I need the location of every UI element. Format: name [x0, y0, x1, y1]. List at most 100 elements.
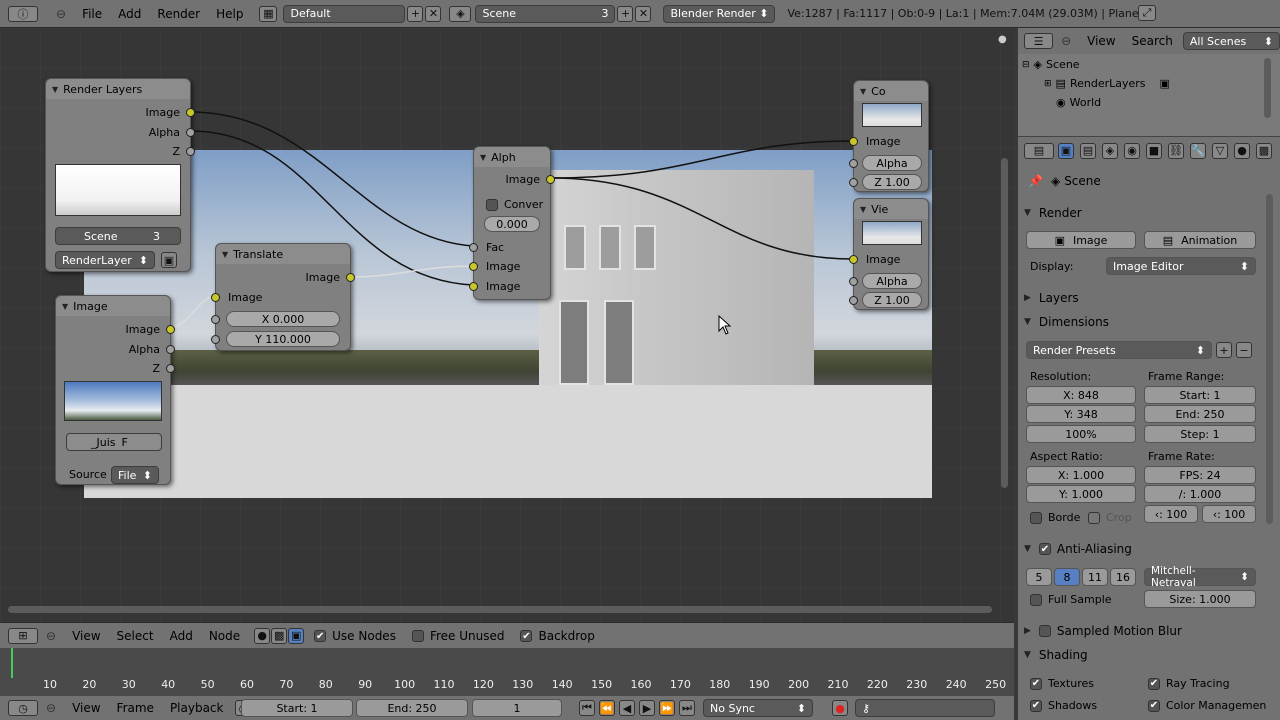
scene-tab-icon[interactable]: ◈: [1102, 142, 1118, 159]
check-icon[interactable]: ✔: [1030, 677, 1042, 690]
collapse-icon[interactable]: ▼: [860, 87, 866, 96]
socket-alpha-in[interactable]: [849, 159, 858, 168]
premul-field[interactable]: 0.000: [484, 216, 540, 232]
render-layers-tab-icon[interactable]: ▤: [1080, 142, 1096, 159]
convert-checkbox[interactable]: Conver: [486, 198, 543, 211]
frame-start-field[interactable]: Start: 1: [1144, 386, 1256, 404]
layers-panel-header[interactable]: ▶ Layers: [1024, 288, 1258, 308]
remove-preset-icon[interactable]: −: [1236, 342, 1252, 358]
frame-step-field[interactable]: Step: 1: [1144, 425, 1256, 443]
border-toggle[interactable]: Borde: [1030, 511, 1080, 524]
check-icon[interactable]: [1038, 625, 1051, 637]
collapse-icon[interactable]: ▼: [1024, 650, 1031, 660]
play-reverse-icon[interactable]: ◀: [619, 700, 635, 716]
current-frame-field[interactable]: 1: [472, 699, 562, 717]
outliner-item-renderlayers[interactable]: ⊞ ▤ RenderLayers ▣: [1044, 77, 1170, 90]
menu-add[interactable]: Add: [162, 629, 201, 643]
image-node[interactable]: ▼ Image Image Alpha Z _Juis F Source File…: [55, 295, 175, 485]
alpha-over-node[interactable]: ▼ Alph Image Conver 0.000 Fac Image Image: [469, 146, 555, 300]
check-icon[interactable]: ✔: [1148, 677, 1160, 690]
pin-icon[interactable]: 📌: [1028, 174, 1043, 188]
socket-alpha-out[interactable]: [166, 345, 175, 354]
fullscreen-icon[interactable]: ⤢: [1138, 5, 1156, 21]
start-frame-field[interactable]: Start: 1: [241, 699, 353, 717]
frame-end-field[interactable]: End: 250: [1144, 405, 1256, 423]
socket-image-out[interactable]: [546, 175, 555, 184]
collapse-menu-icon[interactable]: ⊖: [38, 629, 64, 643]
socket-z-in[interactable]: [849, 296, 858, 305]
menu-render[interactable]: Render: [149, 7, 208, 21]
render-layer-icon[interactable]: ▣: [161, 252, 177, 268]
jump-end-icon[interactable]: ⏭: [679, 700, 695, 716]
editor-vertical-scrollbar[interactable]: [1001, 158, 1008, 488]
collapse-menu-icon[interactable]: ⊖: [38, 701, 64, 715]
render-engine-dropdown[interactable]: Blender Render ⬍: [663, 4, 776, 23]
socket-image-out[interactable]: [186, 108, 195, 117]
aa-samples-11[interactable]: 11: [1082, 568, 1108, 586]
modifiers-tab-icon[interactable]: 🔧: [1190, 142, 1206, 159]
check-icon[interactable]: ✔: [520, 630, 533, 642]
menu-help[interactable]: Help: [208, 7, 251, 21]
resolution-x-field[interactable]: X: 848: [1026, 386, 1136, 404]
socket-image-out[interactable]: [166, 325, 175, 334]
collapse-icon[interactable]: ▼: [222, 250, 228, 259]
aspect-y-field[interactable]: Y: 1.000: [1026, 485, 1136, 503]
aa-samples-16[interactable]: 16: [1110, 568, 1136, 586]
menu-view[interactable]: View: [64, 629, 108, 643]
render-panel-header[interactable]: ▼ Render: [1024, 203, 1258, 223]
add-preset-icon[interactable]: +: [1216, 342, 1232, 358]
socket-image-out[interactable]: [346, 273, 355, 282]
editor-type-properties-icon[interactable]: ▤: [1024, 142, 1054, 159]
check-icon[interactable]: [411, 630, 424, 642]
constraints-tab-icon[interactable]: ⛓: [1168, 142, 1184, 159]
editor-type-timeline-icon[interactable]: ◷: [8, 700, 38, 716]
expand-icon[interactable]: ⊞: [1044, 79, 1052, 89]
collapse-menu-icon[interactable]: ⊖: [48, 7, 74, 21]
render-animation-button[interactable]: ▤ Animation: [1144, 231, 1256, 249]
node-editor[interactable]: ▼ Render Layers Image Alpha Z Scene 3 Ren…: [0, 28, 1014, 622]
socket-alpha-out[interactable]: [186, 128, 195, 137]
screen-layout-field[interactable]: Default: [283, 4, 406, 23]
collapse-icon[interactable]: ▼: [62, 302, 68, 311]
check-icon[interactable]: ✔: [1038, 543, 1051, 555]
anti-aliasing-panel-header[interactable]: ▼ ✔ Anti-Aliasing: [1024, 539, 1258, 559]
socket-image-in[interactable]: [849, 137, 858, 146]
end-frame-field[interactable]: End: 250: [356, 699, 468, 717]
composite-alpha-field[interactable]: Alpha: [862, 155, 922, 171]
collapse-icon[interactable]: ▼: [52, 85, 58, 94]
collapse-icon[interactable]: ▼: [1024, 208, 1031, 218]
menu-add[interactable]: Add: [110, 7, 149, 21]
layer-selector[interactable]: RenderLayer ⬍: [55, 251, 155, 269]
check-icon[interactable]: ✔: [1030, 699, 1042, 712]
render-presets-dropdown[interactable]: Render Presets ⬍: [1026, 341, 1212, 359]
full-sample-toggle[interactable]: Full Sample: [1030, 593, 1112, 606]
outliner-item-scene[interactable]: ⊟ ◈ Scene: [1022, 58, 1080, 71]
compositing-tree-icon[interactable]: ▣: [288, 627, 305, 644]
fps-field[interactable]: FPS: 24: [1144, 466, 1256, 484]
translate-x-field[interactable]: X 0.000: [226, 311, 340, 327]
check-icon[interactable]: ✔: [1148, 699, 1160, 712]
jump-start-icon[interactable]: ⏮: [579, 700, 595, 716]
alpha-over-header[interactable]: ▼ Alph: [474, 147, 550, 167]
collapse-icon[interactable]: ▼: [860, 205, 866, 214]
keying-set-field[interactable]: ⚷: [855, 699, 995, 717]
viewer-node[interactable]: ▼ Vie Image Alpha Z 1.00: [849, 198, 929, 310]
textures-toggle[interactable]: ✔ Textures: [1030, 677, 1094, 690]
expand-icon[interactable]: ▶: [1024, 293, 1031, 303]
viewer-alpha-field[interactable]: Alpha: [862, 273, 922, 289]
translate-node[interactable]: ▼ Translate Image Image X 0.000 Y 110.000: [211, 243, 355, 351]
free-unused-toggle[interactable]: Free Unused: [411, 629, 504, 643]
viewer-z-field[interactable]: Z 1.00: [862, 292, 922, 308]
expand-icon[interactable]: ▶: [1024, 626, 1031, 636]
render-image-button[interactable]: ▣ Image: [1026, 231, 1136, 249]
collapse-icon[interactable]: ▼: [1024, 317, 1031, 327]
object-tab-icon[interactable]: ■: [1146, 142, 1162, 159]
socket-image2-in[interactable]: [469, 282, 478, 291]
composite-node[interactable]: ▼ Co Image Alpha Z 1.00: [849, 80, 929, 192]
record-icon[interactable]: ●: [832, 700, 848, 716]
render-layer-toggle-icon[interactable]: ▣: [1160, 77, 1170, 90]
properties-scrollbar[interactable]: [1266, 194, 1273, 524]
menu-view[interactable]: View: [64, 701, 108, 715]
fps-base-field[interactable]: /: 1.000: [1144, 485, 1256, 503]
next-keyframe-icon[interactable]: ⏩: [659, 700, 675, 716]
